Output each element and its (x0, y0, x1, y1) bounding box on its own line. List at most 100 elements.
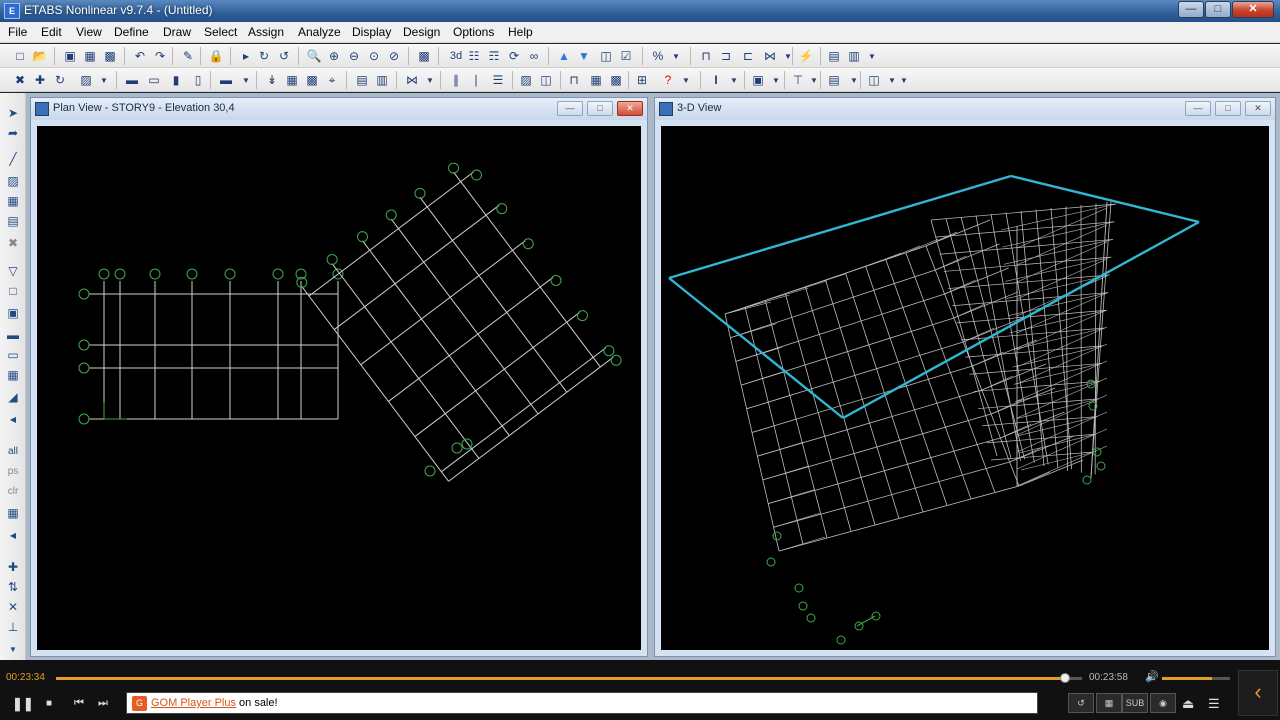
intersecting-line-icon[interactable]: ▦ (5, 505, 21, 521)
object-shrink-icon[interactable]: ◫ (598, 48, 614, 64)
show-output-icon[interactable]: ⊞ (634, 72, 650, 88)
perspective-icon[interactable]: ∞ (526, 48, 542, 64)
assign-temperature-icon[interactable]: ⌖ (324, 72, 340, 88)
seek-bar[interactable] (56, 673, 1082, 683)
menu-draw[interactable]: Draw (163, 25, 191, 39)
show-stress-icon[interactable]: ▨ (518, 72, 534, 88)
collapse-arrow-icon[interactable]: ‹ (1238, 670, 1278, 716)
clear-selection-icon[interactable]: clr (5, 483, 21, 499)
pointer-icon[interactable]: ▸ (238, 48, 254, 64)
draw-wall-icon[interactable]: ▬ (5, 327, 21, 343)
previous-selection-icon[interactable]: ps (5, 463, 21, 479)
dropdown-arrow-icon[interactable]: ▼ (96, 72, 112, 88)
print-icon[interactable]: ▦ (82, 48, 98, 64)
pencil-icon[interactable]: ✎ (180, 48, 196, 64)
3d-minimize-button[interactable]: — (1185, 101, 1211, 116)
dropdown-arrow-icon[interactable]: ▼ (726, 72, 742, 88)
assign-spandrel-icon[interactable]: ▯ (190, 72, 206, 88)
menu-view[interactable]: View (76, 25, 102, 39)
dropdown-arrow-icon[interactable]: ▼ (678, 72, 694, 88)
dropdown-arrow-icon[interactable]: ▼ (768, 72, 784, 88)
assign-pier-icon[interactable]: ▮ (168, 72, 184, 88)
promo-link[interactable]: GOM Player Plus (151, 697, 236, 709)
assign-frame-load-icon[interactable]: ▦ (284, 72, 300, 88)
draw-link-icon[interactable]: ✖ (5, 235, 21, 251)
show-curves-icon[interactable]: ⊓ (566, 72, 582, 88)
menu-select[interactable]: Select (204, 25, 237, 39)
assign-frame-icon[interactable]: ▬ (124, 72, 140, 88)
i-section-icon[interactable]: I (708, 72, 724, 88)
360-view-icon[interactable]: ↺ (1068, 693, 1094, 713)
draw-rectangle-icon[interactable]: □ (5, 283, 21, 299)
3d-close-button[interactable]: ✕ (1245, 101, 1271, 116)
show-loads-icon[interactable]: ▥ (374, 72, 390, 88)
stop-icon[interactable]: ■ (46, 698, 52, 709)
zoom-previous-icon[interactable]: ⊙ (366, 48, 382, 64)
draw-area-icon[interactable]: ▽ (5, 263, 21, 279)
show-undeformed-icon[interactable]: ▤ (354, 72, 370, 88)
dropdown-arrow-icon[interactable]: ▼ (896, 72, 912, 88)
help-query-icon[interactable]: ? (660, 72, 676, 88)
assign-releases-icon[interactable]: ▭ (146, 72, 162, 88)
minimize-button[interactable]: — (1178, 1, 1204, 18)
wall-icon[interactable]: ⊏ (740, 48, 756, 64)
snap-perpendicular-icon[interactable]: ⊥ (5, 619, 21, 635)
print-setup-icon[interactable]: ▩ (102, 48, 118, 64)
menu-display[interactable]: Display (352, 25, 391, 39)
frame-section-icon[interactable]: ⊓ (698, 48, 714, 64)
snap-points-icon[interactable]: ✚ (5, 559, 21, 575)
dropdown-arrow-icon[interactable]: ▼ (238, 72, 254, 88)
snap-intersection-icon[interactable]: ✕ (5, 599, 21, 615)
plan-close-button[interactable]: ✕ (617, 101, 643, 116)
design-steel-icon[interactable]: ⊤ (790, 72, 806, 88)
toolbar-more-arrow-icon[interactable]: ◀ (5, 527, 21, 543)
design-concrete-icon[interactable]: ▤ (826, 72, 842, 88)
run-analysis-icon[interactable]: ⚡ (798, 48, 814, 64)
volume-icon[interactable]: 🔊 (1145, 670, 1159, 683)
brace-icon[interactable]: ⊐ (718, 48, 734, 64)
show-members-icon[interactable]: ⋈ (404, 72, 420, 88)
draw-section-cut-icon[interactable]: ◢ (5, 389, 21, 405)
redo-icon[interactable]: ↷ (152, 48, 168, 64)
zoom-window-icon[interactable]: 🔍 (306, 48, 322, 64)
snap-ends-icon[interactable]: ⇅ (5, 579, 21, 595)
draw-opening-icon[interactable]: ▭ (5, 347, 21, 363)
show-mode-shape-icon[interactable]: ∣ (468, 72, 484, 88)
menu-analyze[interactable]: Analyze (298, 25, 341, 39)
rotate-3d-icon[interactable]: ⟳ (506, 48, 522, 64)
reshape-icon[interactable]: ➦ (5, 125, 21, 141)
menu-design[interactable]: Design (403, 25, 440, 39)
plan-minimize-button[interactable]: — (557, 101, 583, 116)
move-up-icon[interactable]: ▲ (556, 48, 572, 64)
toolbar-more-arrow-icon[interactable]: ▼ (5, 641, 21, 657)
link-icon[interactable]: ⋈ (762, 48, 778, 64)
move-down-icon[interactable]: ▼ (576, 48, 592, 64)
select-all-icon[interactable]: ✖ (12, 72, 28, 88)
select-pointer-icon[interactable]: ➤ (5, 105, 21, 121)
maximize-button[interactable]: □ (1205, 1, 1231, 18)
show-story-response-icon[interactable]: ▩ (608, 72, 624, 88)
pause-icon[interactable]: ❚❚ (12, 696, 34, 712)
refresh-window-icon[interactable]: ↻ (256, 48, 272, 64)
show-tables-icon[interactable]: ▦ (588, 72, 604, 88)
select-all-icon[interactable]: all (5, 443, 21, 459)
subtitle-button[interactable]: SUB (1122, 693, 1148, 713)
dropdown-arrow-icon[interactable]: ▼ (780, 48, 796, 64)
save-icon[interactable]: ▣ (62, 48, 78, 64)
design-composite-icon[interactable]: ◫ (866, 72, 882, 88)
new-file-icon[interactable]: □ (12, 48, 28, 64)
close-button[interactable]: ✕ (1232, 1, 1274, 18)
plan-maximize-button[interactable]: □ (587, 101, 613, 116)
assign-area-icon[interactable]: ▬ (218, 72, 234, 88)
show-forces-icon[interactable]: ☰ (490, 72, 506, 88)
next-icon[interactable]: ⏭ (98, 697, 108, 710)
show-energy-icon[interactable]: ◫ (538, 72, 554, 88)
dropdown-arrow-icon[interactable]: ▼ (864, 48, 880, 64)
slab-icon[interactable]: ▣ (750, 72, 766, 88)
menu-icon[interactable]: ☰ (1208, 696, 1220, 712)
elevation-view-icon[interactable]: ☶ (486, 48, 502, 64)
draw-line-icon[interactable]: ╱ (5, 151, 21, 167)
volume-slider[interactable] (1162, 677, 1230, 680)
open-folder-icon[interactable]: 📂 (32, 48, 48, 64)
eject-icon[interactable]: ⏏ (1182, 696, 1194, 712)
